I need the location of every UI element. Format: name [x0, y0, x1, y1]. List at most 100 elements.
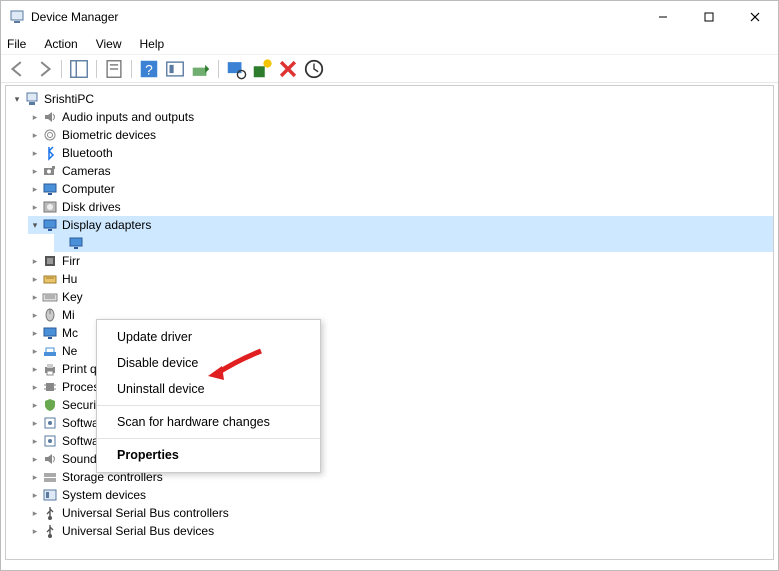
expander-icon[interactable] — [28, 184, 42, 195]
tree-device[interactable] — [54, 234, 773, 252]
context-menu-item[interactable]: Scan for hardware changes — [97, 409, 320, 435]
expander-icon[interactable] — [28, 292, 42, 303]
printer-icon — [42, 361, 58, 377]
tree-category[interactable]: Universal Serial Bus devices — [28, 522, 773, 540]
expander-icon[interactable] — [28, 400, 42, 411]
usb-icon — [42, 523, 58, 539]
expander-icon[interactable] — [28, 166, 42, 177]
bluetooth-icon — [42, 145, 58, 161]
expander-icon[interactable] — [28, 508, 42, 519]
expander-icon[interactable] — [28, 418, 42, 429]
context-menu-item[interactable]: Uninstall device — [97, 376, 320, 402]
tree-category[interactable]: Key — [28, 288, 773, 306]
expander-icon[interactable] — [28, 526, 42, 537]
toolbar-sep — [96, 60, 97, 78]
close-button[interactable] — [732, 1, 778, 33]
menu-file[interactable]: File — [7, 37, 26, 51]
tree-category[interactable]: Display adapters — [28, 216, 773, 234]
add-legacy-button[interactable] — [251, 58, 273, 80]
update-drivers-button[interactable] — [190, 58, 212, 80]
back-button[interactable] — [7, 58, 29, 80]
tree-category[interactable]: Biometric devices — [28, 126, 773, 144]
tree-node-label: Cameras — [62, 164, 111, 178]
app-icon — [9, 9, 25, 25]
camera-icon — [42, 163, 58, 179]
forward-button[interactable] — [33, 58, 55, 80]
tree-root[interactable]: SrishtiPC — [10, 90, 773, 108]
context-menu-item[interactable]: Properties — [97, 442, 320, 468]
fingerprint-icon — [42, 127, 58, 143]
expander-icon[interactable] — [28, 490, 42, 501]
menubar: File Action View Help — [1, 33, 778, 55]
cpu-icon — [42, 379, 58, 395]
expander-icon[interactable] — [28, 364, 42, 375]
tree-node-label: Disk drives — [62, 200, 121, 214]
tree-node-label: Hu — [62, 272, 102, 286]
expander-icon[interactable] — [10, 94, 24, 105]
menu-view[interactable]: View — [96, 37, 122, 51]
usb-icon — [42, 505, 58, 521]
mouse-icon — [42, 307, 58, 323]
scan-hardware-button[interactable] — [225, 58, 247, 80]
expander-icon[interactable] — [28, 274, 42, 285]
speaker-icon — [42, 451, 58, 467]
tree-node-label: Universal Serial Bus devices — [62, 524, 214, 538]
component-icon — [42, 415, 58, 431]
tree-category[interactable]: Hu — [28, 270, 773, 288]
expander-icon[interactable] — [28, 472, 42, 483]
disk-icon — [42, 199, 58, 215]
firmware-icon — [42, 253, 58, 269]
tree-node-label: Biometric devices — [62, 128, 156, 142]
expander-icon[interactable] — [28, 256, 42, 267]
window-controls — [640, 1, 778, 33]
action-button[interactable] — [164, 58, 186, 80]
network-icon — [42, 343, 58, 359]
tree-node-label: Bluetooth — [62, 146, 113, 160]
help-button[interactable]: ? — [138, 58, 160, 80]
tree-category[interactable]: Computer — [28, 180, 773, 198]
tree-node-label: System devices — [62, 488, 146, 502]
hid-icon — [42, 271, 58, 287]
maximize-button[interactable] — [686, 1, 732, 33]
monitor-icon — [42, 181, 58, 197]
disable-device-button[interactable] — [303, 58, 325, 80]
expander-icon[interactable] — [28, 148, 42, 159]
minimize-button[interactable] — [640, 1, 686, 33]
expander-icon[interactable] — [28, 436, 42, 447]
tree-category[interactable]: Audio inputs and outputs — [28, 108, 773, 126]
menu-help[interactable]: Help — [140, 37, 165, 51]
tree-category[interactable]: Firr — [28, 252, 773, 270]
context-menu-item[interactable]: Disable device — [97, 350, 320, 376]
expander-icon[interactable] — [28, 382, 42, 393]
tree-category[interactable]: Bluetooth — [28, 144, 773, 162]
expander-icon[interactable] — [28, 112, 42, 123]
device-tree-panel: SrishtiPC Audio inputs and outputs Biometr… — [5, 85, 774, 560]
system-icon — [42, 487, 58, 503]
properties-button[interactable] — [103, 58, 125, 80]
toolbar-sep — [218, 60, 219, 78]
context-menu-item[interactable]: Update driver — [97, 324, 320, 350]
show-hide-tree-button[interactable] — [68, 58, 90, 80]
expander-icon[interactable] — [28, 310, 42, 321]
component-icon — [42, 433, 58, 449]
expander-icon[interactable] — [28, 346, 42, 357]
tree-node-label: Firr — [62, 254, 102, 268]
tree-node-label: Audio inputs and outputs — [62, 110, 194, 124]
context-menu: Update driverDisable deviceUninstall dev… — [96, 319, 321, 473]
tree-category[interactable]: System devices — [28, 486, 773, 504]
uninstall-button[interactable] — [277, 58, 299, 80]
menu-action[interactable]: Action — [44, 37, 77, 51]
storage-icon — [42, 469, 58, 485]
expander-icon[interactable] — [28, 328, 42, 339]
svg-text:?: ? — [145, 62, 153, 77]
expander-icon[interactable] — [28, 202, 42, 213]
tree-category[interactable]: Universal Serial Bus controllers — [28, 504, 773, 522]
expander-icon[interactable] — [28, 130, 42, 141]
tree-node-label: Key — [62, 290, 102, 304]
tree-category[interactable]: Disk drives — [28, 198, 773, 216]
tree-category[interactable]: Cameras — [28, 162, 773, 180]
monitor-icon — [42, 325, 58, 341]
device-tree[interactable]: SrishtiPC Audio inputs and outputs Biometr… — [6, 86, 773, 544]
expander-icon[interactable] — [28, 220, 42, 231]
expander-icon[interactable] — [28, 454, 42, 465]
